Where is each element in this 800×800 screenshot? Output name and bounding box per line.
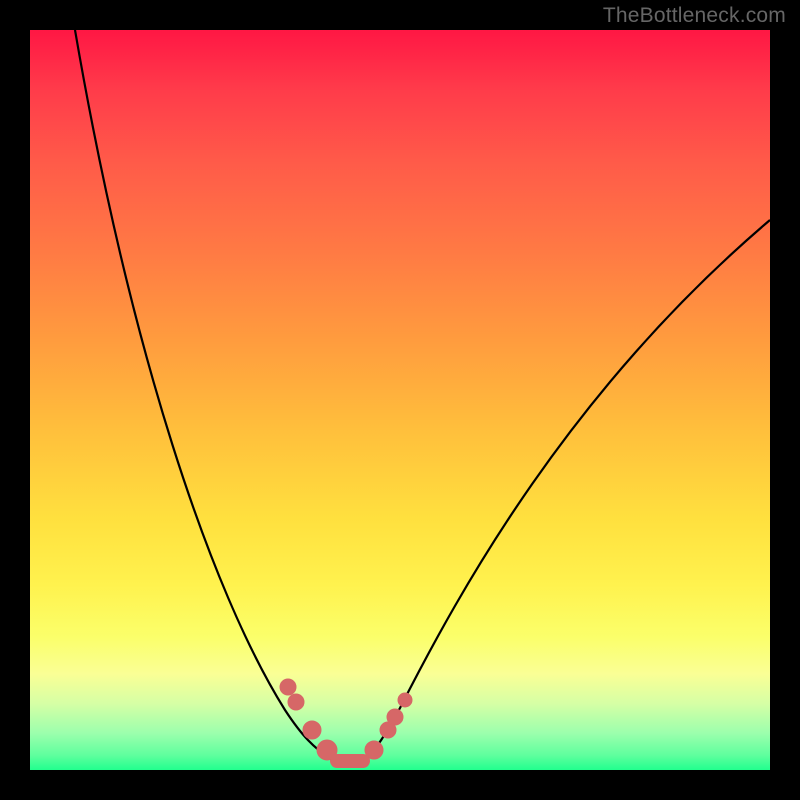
left-curve: [75, 30, 336, 765]
marker-dot: [288, 694, 304, 710]
chart-frame: TheBottleneck.com: [0, 0, 800, 800]
marker-dot: [398, 693, 412, 707]
markers-group: [280, 679, 412, 768]
marker-dot: [280, 679, 296, 695]
plot-area: [30, 30, 770, 770]
marker-dot: [387, 709, 403, 725]
marker-bar: [330, 754, 370, 768]
curve-layer: [30, 30, 770, 770]
right-curve: [362, 220, 770, 765]
watermark-text: TheBottleneck.com: [603, 4, 786, 28]
marker-dot: [365, 741, 383, 759]
marker-dot: [303, 721, 321, 739]
